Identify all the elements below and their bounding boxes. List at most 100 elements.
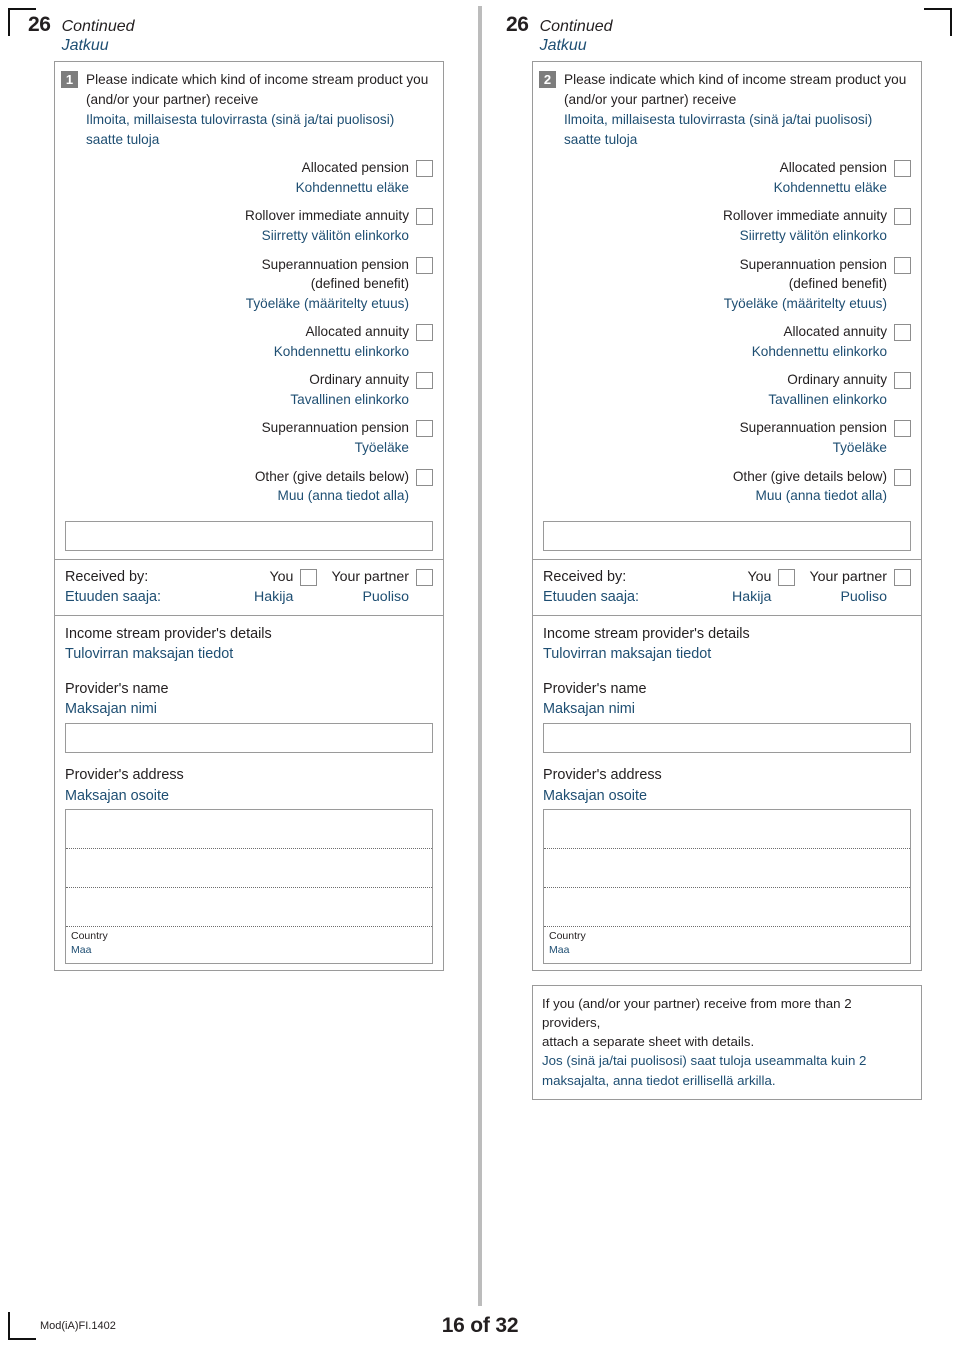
question-header-2: 2 Please indicate which kind of income s… <box>533 62 921 152</box>
country-en-2: Country <box>549 930 586 943</box>
you-fi-1: Hakija <box>254 588 294 605</box>
partner-en-2: Your partner <box>809 568 887 585</box>
option-label-2-2: Superannuation pension (defined benefit)… <box>724 255 887 314</box>
checkbox-superannuation-defined-benefit-1[interactable] <box>416 256 433 274</box>
options-list-1: Allocated pension Kohdennettu eläke Roll… <box>55 152 443 518</box>
option-label-2-4: Ordinary annuity Tavallinen elinkorko <box>768 370 887 409</box>
checkbox-allocated-pension-1[interactable] <box>416 160 433 178</box>
question-prompt-en-2: Please indicate which kind of income str… <box>564 72 907 108</box>
checkbox-received-by-you-1[interactable] <box>300 568 318 586</box>
option-row-allocated-annuity-2[interactable]: Allocated annuity Kohdennettu elinkorko <box>543 322 911 361</box>
option-en-1-3: Allocated annuity <box>305 324 409 340</box>
option-row-superannuation-pension-1[interactable]: Superannuation pension Työeläke <box>65 418 433 457</box>
partner-label-1: Your partner Puoliso <box>331 567 409 607</box>
address-input-line-2-2[interactable] <box>544 849 910 889</box>
country-field-2[interactable]: Country Maa <box>544 927 910 962</box>
option-row-superannuation-pension-2[interactable]: Superannuation pension Työeläke <box>543 418 911 457</box>
other-details-input-1[interactable] <box>65 520 433 551</box>
you-en-1: You <box>269 568 294 585</box>
option-row-superannuation-defined-benefit-1[interactable]: Superannuation pension (defined benefit)… <box>65 255 433 314</box>
provider-details-en-2: Income stream provider's details <box>543 625 750 642</box>
provider-name-input-2[interactable] <box>543 722 911 753</box>
option-en-line2-2-2: (defined benefit) <box>788 276 887 292</box>
question-number-badge-2: 2 <box>539 71 556 89</box>
received-by-partner-2[interactable]: Your partner Puoliso <box>809 567 911 607</box>
option-en-2-5: Superannuation pension <box>739 420 887 436</box>
provider-address-box-1: Country Maa <box>65 809 433 964</box>
checkbox-received-by-partner-2[interactable] <box>894 568 911 586</box>
received-by-you-1[interactable]: You Hakija <box>254 567 318 607</box>
partner-fi-1: Puoliso <box>362 588 409 605</box>
option-row-rollover-immediate-annuity-2[interactable]: Rollover immediate annuity Siirretty väl… <box>543 206 911 245</box>
option-fi-2-0: Kohdennettu eläke <box>773 179 887 195</box>
partner-en-1: Your partner <box>331 568 409 585</box>
spacer-1b <box>65 753 433 765</box>
country-field-1[interactable]: Country Maa <box>66 927 432 962</box>
right-column: 26 Continued Jatkuu 2 Please indicate wh… <box>504 13 924 1100</box>
option-row-ordinary-annuity-2[interactable]: Ordinary annuity Tavallinen elinkorko <box>543 370 911 409</box>
checkbox-other-2[interactable] <box>894 468 911 486</box>
option-label-2-6: Other (give details below) Muu (anna tie… <box>733 467 887 506</box>
received-by-row-1: Received by: Etuuden saaja: You Hakija Y… <box>55 560 443 615</box>
received-by-partner-1[interactable]: Your partner Puoliso <box>331 567 433 607</box>
country-fi-2: Maa <box>549 944 570 957</box>
option-label-2-3: Allocated annuity Kohdennettu elinkorko <box>752 322 887 361</box>
received-by-you-2[interactable]: You Hakija <box>732 567 796 607</box>
question-prompt-en-1: Please indicate which kind of income str… <box>86 72 429 108</box>
address-input-line-2-1[interactable] <box>544 810 910 850</box>
provider-address-en-2: Provider's address <box>543 766 662 783</box>
received-by-en-1: Received by: <box>65 568 149 585</box>
question-header-1: 1 Please indicate which kind of income s… <box>55 62 443 152</box>
option-label-2-5: Superannuation pension Työeläke <box>740 418 887 457</box>
option-row-other-2[interactable]: Other (give details below) Muu (anna tie… <box>543 467 911 506</box>
option-en-1-4: Ordinary annuity <box>309 372 409 388</box>
section-number-right: 26 <box>506 13 529 36</box>
checkbox-received-by-you-2[interactable] <box>778 568 796 586</box>
provider-address-box-2: Country Maa <box>543 809 911 964</box>
checkbox-received-by-partner-1[interactable] <box>416 568 433 586</box>
note-fi-line2: maksajalta, anna tiedot erillisellä arki… <box>542 1072 776 1088</box>
provider-details-en-1: Income stream provider's details <box>65 625 272 642</box>
checkbox-ordinary-annuity-1[interactable] <box>416 372 433 390</box>
option-row-allocated-pension-2[interactable]: Allocated pension Kohdennettu eläke <box>543 158 911 197</box>
checkbox-allocated-annuity-1[interactable] <box>416 324 433 342</box>
partner-fi-2: Puoliso <box>840 588 887 605</box>
provider-address-en-1: Provider's address <box>65 766 184 783</box>
provider-name-en-2: Provider's name <box>543 680 647 697</box>
checkbox-superannuation-pension-1[interactable] <box>416 420 433 438</box>
checkbox-ordinary-annuity-2[interactable] <box>894 372 911 390</box>
address-input-line-1-2[interactable] <box>66 849 432 889</box>
checkbox-other-1[interactable] <box>416 468 433 486</box>
note-en-line2: attach a separate sheet with details. <box>542 1034 755 1050</box>
option-row-other-1[interactable]: Other (give details below) Muu (anna tie… <box>65 467 433 506</box>
address-input-line-1-3[interactable] <box>66 888 432 928</box>
option-row-superannuation-defined-benefit-2[interactable]: Superannuation pension (defined benefit)… <box>543 255 911 314</box>
option-row-ordinary-annuity-1[interactable]: Ordinary annuity Tavallinen elinkorko <box>65 370 433 409</box>
question-prompt-2: Please indicate which kind of income str… <box>564 70 913 150</box>
option-en-1-1: Rollover immediate annuity <box>245 208 409 224</box>
section-continued-label-right: Continued Jatkuu <box>540 17 613 55</box>
provider-name-fi-1: Maksajan nimi <box>65 701 157 718</box>
option-en-line2-1-2: (defined benefit) <box>310 276 409 292</box>
checkbox-rollover-immediate-annuity-2[interactable] <box>894 208 911 226</box>
provider-name-input-1[interactable] <box>65 722 433 753</box>
checkbox-superannuation-defined-benefit-2[interactable] <box>894 256 911 274</box>
checkbox-superannuation-pension-2[interactable] <box>894 420 911 438</box>
address-input-line-1-1[interactable] <box>66 810 432 850</box>
option-fi-1-5: Työeläke <box>354 440 409 455</box>
checkbox-rollover-immediate-annuity-1[interactable] <box>416 208 433 226</box>
address-input-line-2-3[interactable] <box>544 888 910 928</box>
country-en-1: Country <box>71 930 108 943</box>
provider-address-label-2: Provider's address Maksajan osoite <box>543 765 911 806</box>
checkbox-allocated-annuity-2[interactable] <box>894 324 911 342</box>
option-row-rollover-immediate-annuity-1[interactable]: Rollover immediate annuity Siirretty väl… <box>65 206 433 245</box>
left-column: 26 Continued Jatkuu 1 Please indicate wh… <box>26 13 446 971</box>
received-by-en-2: Received by: <box>543 568 627 585</box>
received-by-fi-2: Etuuden saaja: <box>543 589 640 606</box>
option-row-allocated-pension-1[interactable]: Allocated pension Kohdennettu eläke <box>65 158 433 197</box>
checkbox-allocated-pension-2[interactable] <box>894 160 911 178</box>
other-details-input-2[interactable] <box>543 520 911 551</box>
question-prompt-fi-1: Ilmoita, millaisesta tulovirrasta (sinä … <box>86 112 395 148</box>
option-en-line1-2-2: Superannuation pension <box>739 256 887 272</box>
option-row-allocated-annuity-1[interactable]: Allocated annuity Kohdennettu elinkorko <box>65 322 433 361</box>
